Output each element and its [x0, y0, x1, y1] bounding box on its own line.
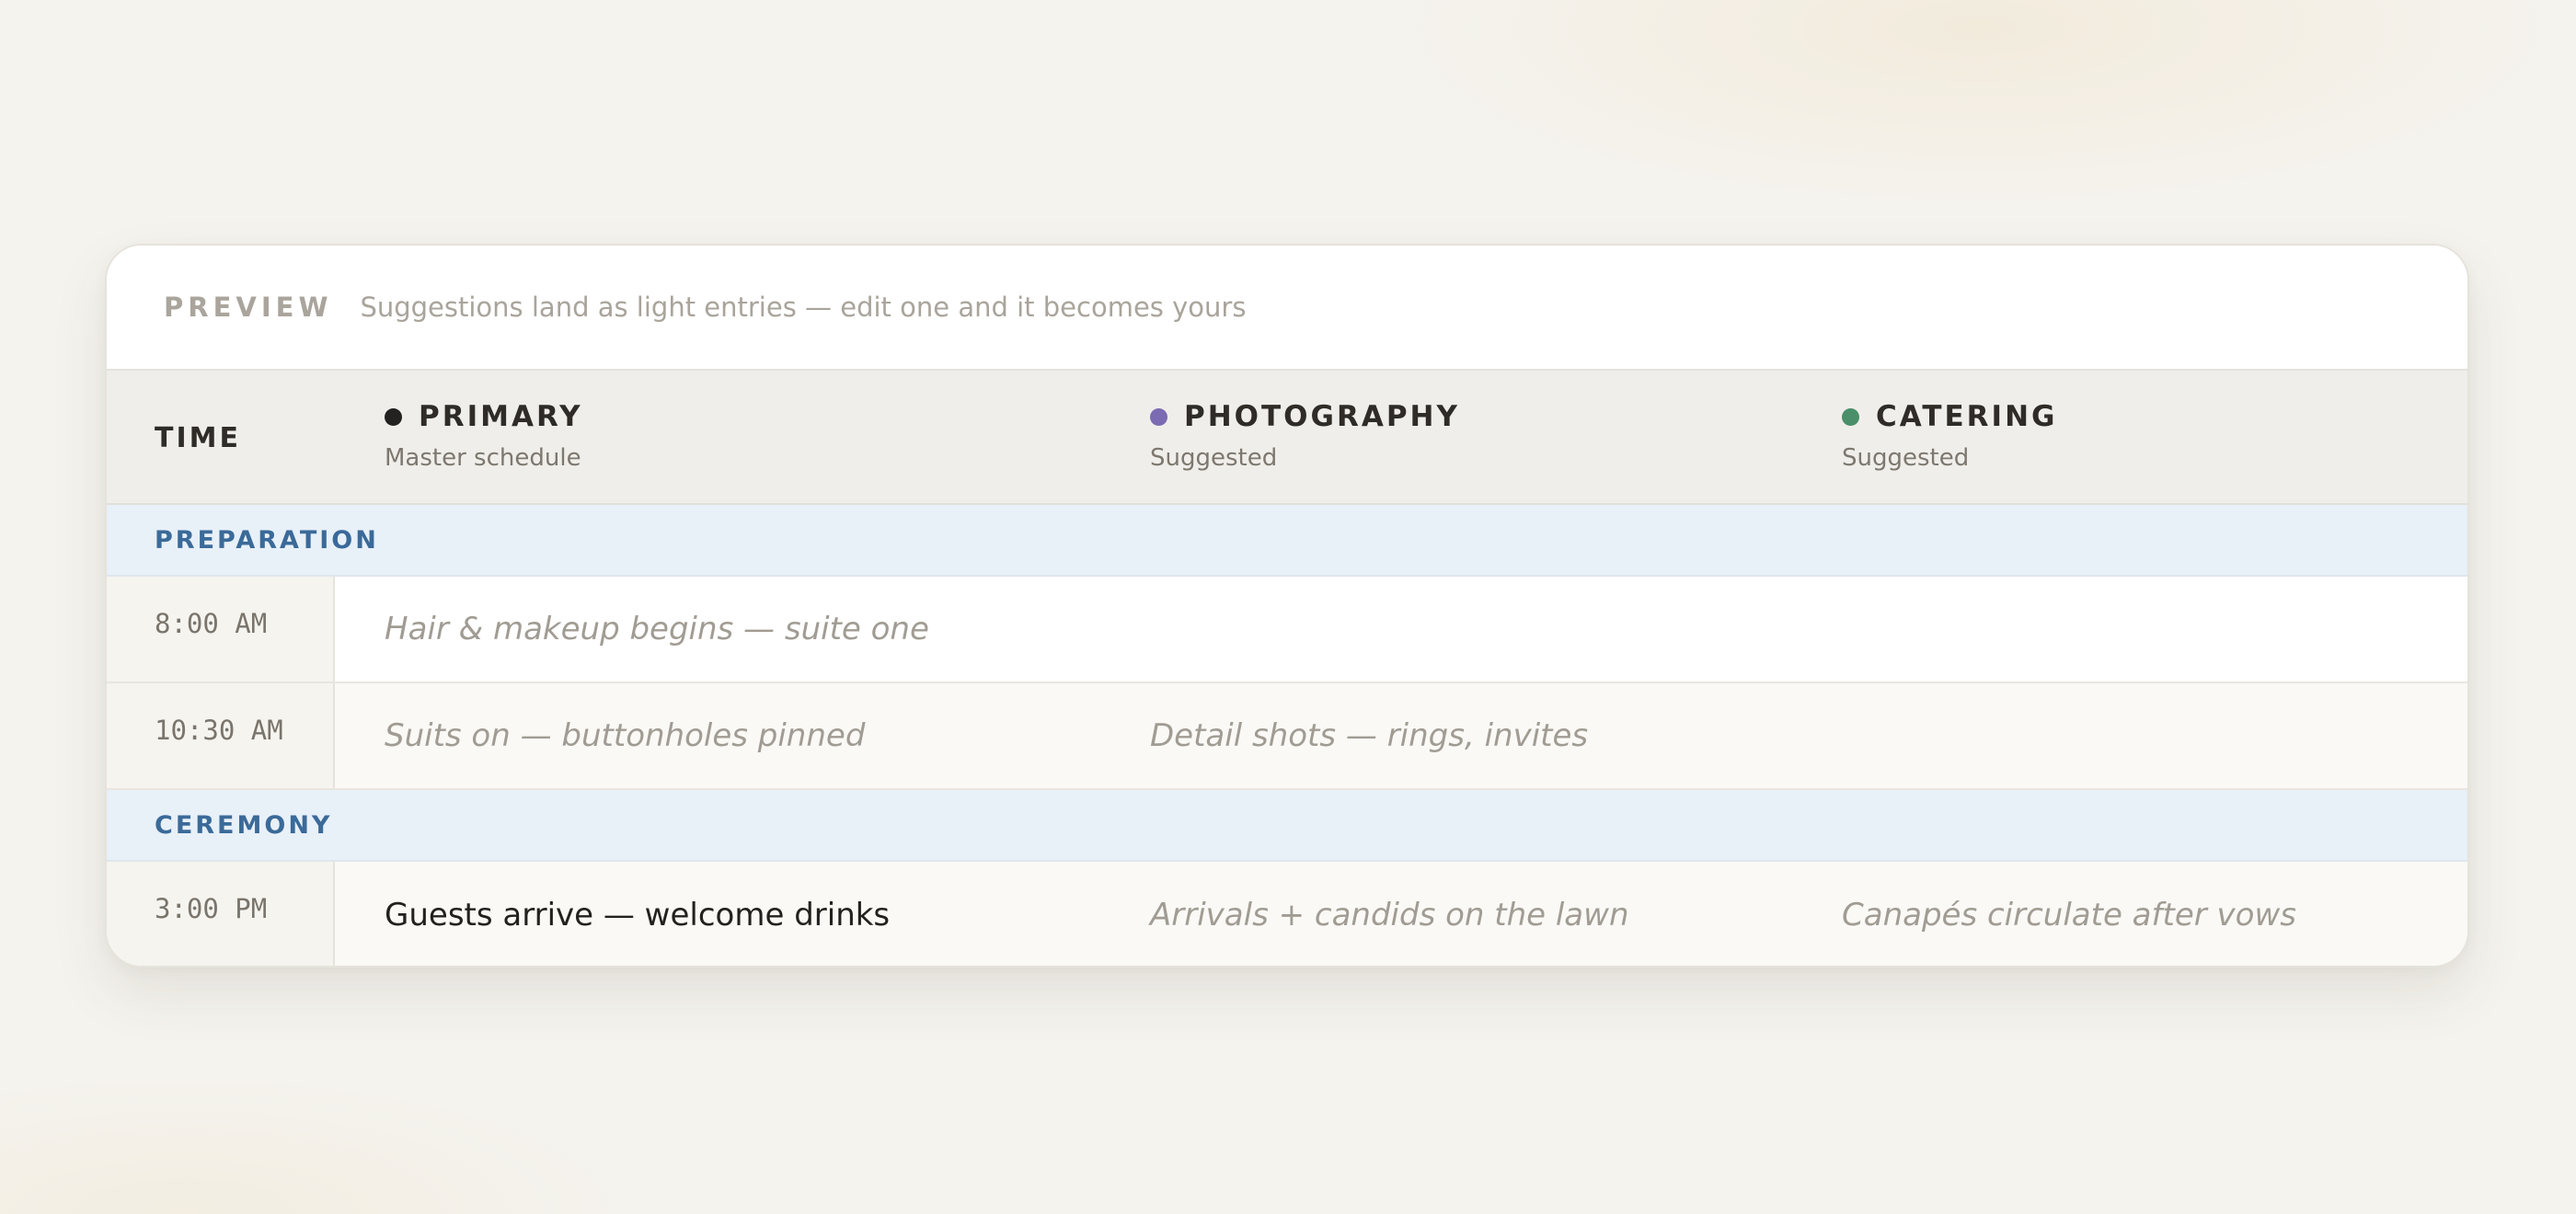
schedule-preview-card: PREVIEW Suggestions land as light entrie…	[105, 244, 2469, 968]
column-subtitle: Suggested	[1842, 444, 1970, 472]
time-cell: 8:00 AM	[107, 577, 335, 681]
column-header-primary[interactable]: PRIMARY Master schedule	[385, 400, 583, 472]
column-name: PRIMARY	[419, 400, 583, 433]
preview-description: Suggestions land as light entries — edit…	[360, 292, 1247, 323]
column-header-row: TIME PRIMARY Master schedule PHOTOGRAPHY…	[107, 371, 2467, 505]
column-subtitle: Suggested	[1150, 444, 1278, 472]
column-name: CATERING	[1876, 400, 2058, 433]
primary-color-dot-icon	[385, 407, 402, 426]
time-cell: 3:00 PM	[107, 862, 335, 966]
column-header-photography[interactable]: PHOTOGRAPHY Suggested	[1150, 400, 1460, 472]
table-row: 10:30 AM Suits on — buttonholes pinned D…	[107, 683, 2467, 790]
time-column-header: TIME	[155, 421, 241, 454]
photography-color-dot-icon	[1150, 407, 1167, 426]
catering-color-dot-icon	[1842, 407, 1859, 426]
table-row: 8:00 AM Hair & makeup begins — suite one	[107, 577, 2467, 683]
section-header-preparation: PREPARATION	[107, 505, 2467, 577]
table-row: 3:00 PM Guests arrive — welcome drinks A…	[107, 862, 2467, 966]
photography-entry[interactable]: Detail shots — rings, invites	[1150, 683, 1588, 788]
preview-bar: PREVIEW Suggestions land as light entrie…	[107, 246, 2467, 371]
section-header-ceremony: CEREMONY	[107, 790, 2467, 862]
column-header-catering[interactable]: CATERING Suggested	[1842, 400, 2057, 472]
catering-entry[interactable]: Canapés circulate after vows	[1842, 862, 2296, 966]
primary-entry[interactable]: Suits on — buttonholes pinned	[385, 683, 865, 788]
photography-entry[interactable]: Arrivals + candids on the lawn	[1150, 862, 1629, 966]
preview-tag: PREVIEW	[164, 292, 333, 323]
column-name: PHOTOGRAPHY	[1184, 400, 1460, 433]
primary-entry[interactable]: Hair & makeup begins — suite one	[385, 577, 929, 681]
column-subtitle: Master schedule	[385, 444, 581, 472]
primary-entry[interactable]: Guests arrive — welcome drinks	[385, 862, 890, 966]
time-cell: 10:30 AM	[107, 683, 335, 788]
